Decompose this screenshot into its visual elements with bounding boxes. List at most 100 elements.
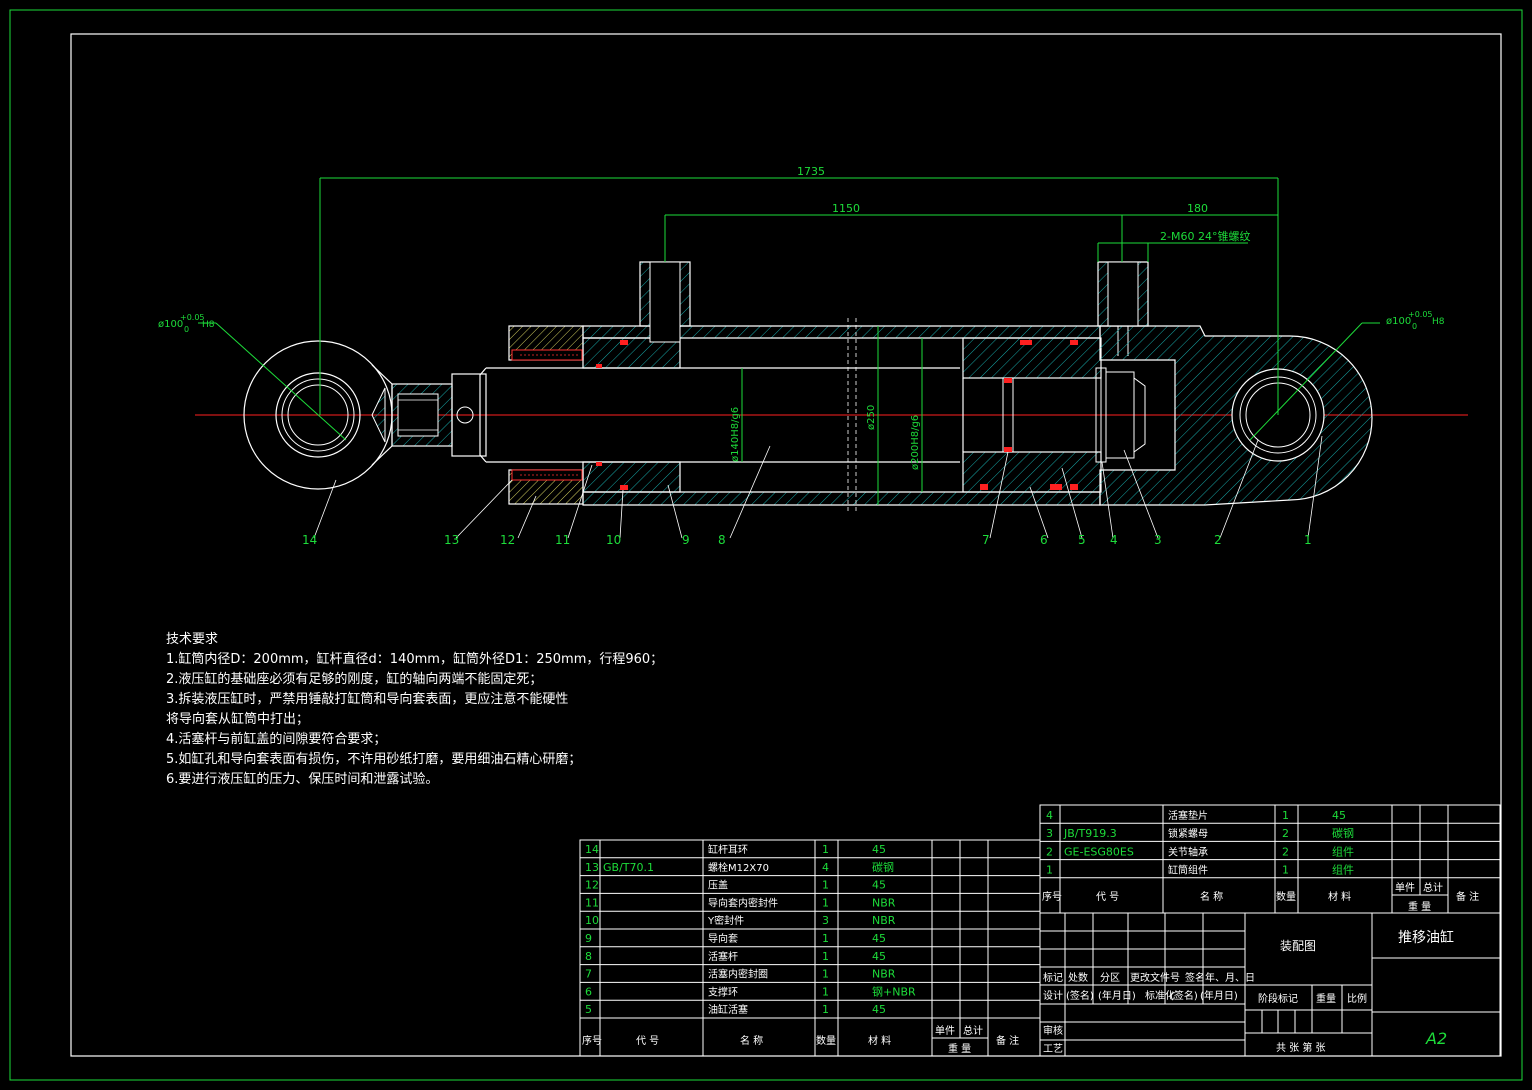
weight-label: 重量 <box>1316 992 1336 1005</box>
bom-header-no: 序号 <box>582 1034 602 1047</box>
rev-date: 年、月、日 <box>1205 971 1255 984</box>
sheets-label: 共 张 第 张 <box>1276 1041 1326 1054</box>
process-label: 工艺 <box>1043 1043 1063 1055</box>
bom-row-material: 45 <box>872 932 886 945</box>
bom-row-no: 8 <box>585 950 592 963</box>
bom-row-qty: 4 <box>822 861 829 874</box>
balloon-14: 14 <box>302 533 317 547</box>
bom-header-total: 总计 <box>963 1024 983 1037</box>
bom-header-unit: 单件 <box>1395 882 1415 894</box>
balloon-1: 1 <box>1304 533 1312 547</box>
bom-header-weight: 重 量 <box>1408 900 1431 913</box>
bom-row-no: 3 <box>1046 827 1053 840</box>
bom-header-remark: 备 注 <box>1456 890 1479 903</box>
outer-border <box>9 9 1523 1081</box>
bom-left-text: 14 缸杆耳环 1 4513 GB/T70.1 螺栓M12X70 4 碳钢12 压盖 1 4511 导… <box>582 843 1019 1055</box>
bom-row-no: 5 <box>585 1003 592 1016</box>
bom-row-no: 9 <box>585 932 592 945</box>
balloon-5: 5 <box>1078 533 1086 547</box>
bom-row-no: 14 <box>585 843 599 856</box>
bom-row-qty: 1 <box>822 896 829 909</box>
bom-row-no: 12 <box>585 879 599 892</box>
bom-row-no: 6 <box>585 985 592 998</box>
dim-pin-left-tol-low: 0 <box>184 325 189 334</box>
dim-barrel-outer: ø250 <box>866 405 877 430</box>
note-line: 将导向套从缸筒中打出； <box>166 712 310 727</box>
balloon-7: 7 <box>982 533 990 547</box>
balloon-2: 2 <box>1214 533 1222 547</box>
dim-pin-right-tol: +0.05 <box>1408 310 1433 319</box>
design-date: (年月日) <box>1098 989 1136 1002</box>
bom-header-code: 代 号 <box>636 1035 659 1047</box>
bom-row-material: 45 <box>872 843 886 856</box>
balloon-labels: 14 13 12 11 10 9 8 7 6 5 4 3 2 1 <box>302 533 1312 547</box>
bom-row-material: 45 <box>872 1003 886 1016</box>
balloon-12: 12 <box>500 533 515 547</box>
bom-header-no: 序号 <box>1042 890 1062 903</box>
balloon-9: 9 <box>682 533 690 547</box>
cad-drawing: 1735 1150 180 2-M60 24°锥螺纹 ø100 +0.05 0 … <box>9 9 1523 1081</box>
dim-pin-right-fit: H8 <box>1432 317 1445 327</box>
bom-header-code: 代 号 <box>1096 891 1119 903</box>
bom-row-qty: 1 <box>1282 809 1289 822</box>
bom-row-no: 10 <box>585 914 599 927</box>
bom-row-qty: 1 <box>822 985 829 998</box>
dim-overall: 1735 <box>797 165 825 178</box>
bom-row-no: 2 <box>1046 845 1053 858</box>
bom-row-material: 组件 <box>1332 863 1354 877</box>
bom-row-no: 11 <box>585 896 599 909</box>
bom-row-name: 螺栓M12X70 <box>708 861 769 874</box>
bom-row-name: 活塞内密封圈 <box>708 968 768 981</box>
note-line: 2.液压缸的基础座必须有足够的刚度，缸的轴向两端不能固定死； <box>166 672 543 687</box>
bom-row-material: 碳钢 <box>872 860 894 874</box>
bom-row-material: 碳钢 <box>1332 826 1354 840</box>
bom-row-qty: 1 <box>822 879 829 892</box>
bom-row-qty: 1 <box>822 843 829 856</box>
balloon-8: 8 <box>718 533 726 547</box>
bom-header-name: 名 称 <box>1200 890 1223 903</box>
note-line: 6.要进行液压缸的压力、保压时间和泄露试验。 <box>166 772 439 787</box>
bom-row-no: 13 <box>585 861 599 874</box>
drawing-name: 推移油缸 <box>1398 929 1454 946</box>
balloon-6: 6 <box>1040 533 1048 547</box>
bom-row-no: 7 <box>585 968 592 981</box>
dim-bore-dia: ø200H8/g6 <box>910 415 921 470</box>
dim-pin-right-tol-low: 0 <box>1412 322 1417 331</box>
rev-count: 处数 <box>1068 971 1088 984</box>
dim-rod-dia: ø140H8/g6 <box>730 407 741 462</box>
dim-port-thread: 2-M60 24°锥螺纹 <box>1160 229 1250 243</box>
bom-row-qty: 1 <box>1282 864 1289 877</box>
bom-header-material: 材 料 <box>868 1034 891 1047</box>
review-label: 审核 <box>1043 1024 1063 1037</box>
bom-row-qty: 2 <box>1282 845 1289 858</box>
bom-row-name: 关节轴承 <box>1168 845 1208 858</box>
bom-row-code: GE-ESG80ES <box>1064 845 1134 858</box>
bom-row-no: 4 <box>1046 809 1053 822</box>
bom-row-material: NBR <box>872 896 896 909</box>
dim-pin-left-fit: H8 <box>202 320 215 330</box>
bom-row-material: 组件 <box>1332 844 1354 858</box>
dim-pin-left-tol: +0.05 <box>180 313 205 322</box>
bom-row-code: GB/T70.1 <box>603 861 654 874</box>
std-sign: (签名) <box>1170 989 1198 1002</box>
rev-mark: 标记 <box>1043 972 1063 984</box>
design-label: 设计 <box>1043 989 1063 1002</box>
bom-row-material: 45 <box>1332 809 1346 822</box>
balloon-4: 4 <box>1110 533 1118 547</box>
bom-row-name: 缸杆耳环 <box>708 843 748 856</box>
scale-label: 比例 <box>1347 992 1367 1005</box>
bom-header-qty: 数量 <box>1276 890 1296 903</box>
bom-row-code: JB/T919.3 <box>1063 827 1117 840</box>
dim-eye-offset: 180 <box>1187 202 1208 215</box>
bom-row-name: 导向套内密封件 <box>708 896 778 909</box>
bom-row-qty: 1 <box>822 950 829 963</box>
bom-header-weight: 重 量 <box>948 1042 971 1055</box>
bom-row-name: 活塞杆 <box>708 950 738 963</box>
std-date: (年月日) <box>1200 989 1238 1002</box>
bom-row-name: 导向套 <box>708 932 738 945</box>
rev-zone: 分区 <box>1100 972 1120 984</box>
balloon-10: 10 <box>606 533 621 547</box>
stage-label: 阶段标记 <box>1258 992 1298 1005</box>
bom-header-remark: 备 注 <box>996 1034 1019 1047</box>
note-line: 3.拆装液压缸时，严禁用锤敲打缸筒和导向套表面，更应注意不能硬性 <box>166 692 569 707</box>
